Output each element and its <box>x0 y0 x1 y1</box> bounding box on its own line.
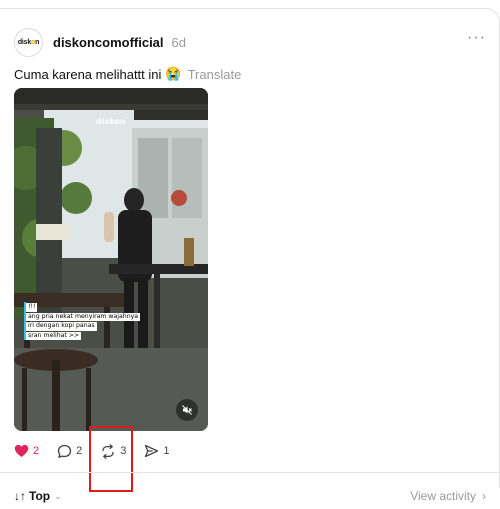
more-options-button[interactable]: ··· <box>467 30 486 54</box>
chevron-down-icon: ⌄ <box>54 490 62 501</box>
avatar[interactable]: disk o n <box>14 27 43 57</box>
post-video[interactable]: diskon !!! ang pria nekat menyiram wajah… <box>14 88 208 431</box>
overlay-line: sran melihat >> <box>26 331 82 341</box>
overlay-line: ang pria nekat menyiram wajahnya <box>26 312 141 322</box>
send-icon <box>145 444 159 458</box>
comment-count: 2 <box>76 445 83 457</box>
avatar-text-left: disk <box>17 38 32 46</box>
heart-icon <box>14 444 29 457</box>
section-divider <box>0 472 500 473</box>
post-caption: Cuma karena melihattt ini 😭 Translate <box>14 66 241 82</box>
comment-button[interactable]: 2 <box>57 444 82 459</box>
crying-emoji-icon: 😭 <box>165 66 182 81</box>
caption-text: Cuma karena melihattt ini <box>14 66 162 82</box>
overlay-line: iri dengan kopi panas <box>26 322 97 331</box>
like-count: 2 <box>33 445 40 457</box>
video-overlay-text: !!! ang pria nekat menyiram wajahnya iri… <box>26 303 156 341</box>
view-activity-label: View activity <box>410 489 476 503</box>
like-button[interactable]: 2 <box>14 444 39 458</box>
post-time: 6d <box>171 34 186 50</box>
view-activity-link[interactable]: View activity › <box>410 489 486 503</box>
username-link[interactable]: diskoncomofficial <box>53 35 164 50</box>
video-watermark: diskon <box>96 117 126 126</box>
speaker-muted-icon <box>182 405 192 415</box>
share-count: 1 <box>163 445 170 457</box>
mute-button[interactable] <box>176 399 198 421</box>
avatar-text-right: n <box>35 38 40 46</box>
translate-link[interactable]: Translate <box>188 67 242 82</box>
sort-label: Top <box>29 489 51 503</box>
highlight-annotation-box <box>89 426 133 492</box>
overlay-line: !!! <box>26 303 38 312</box>
sort-arrows-icon: ↓↑ <box>14 489 26 503</box>
comment-bubble-icon <box>57 444 72 458</box>
video-frame <box>14 88 208 431</box>
sort-dropdown[interactable]: ↓↑ Top ⌄ <box>14 489 62 503</box>
share-button[interactable]: 1 <box>144 444 170 458</box>
chevron-right-icon: › <box>482 489 486 503</box>
post-header: disk o n diskoncomofficial 6d ··· <box>14 27 486 57</box>
